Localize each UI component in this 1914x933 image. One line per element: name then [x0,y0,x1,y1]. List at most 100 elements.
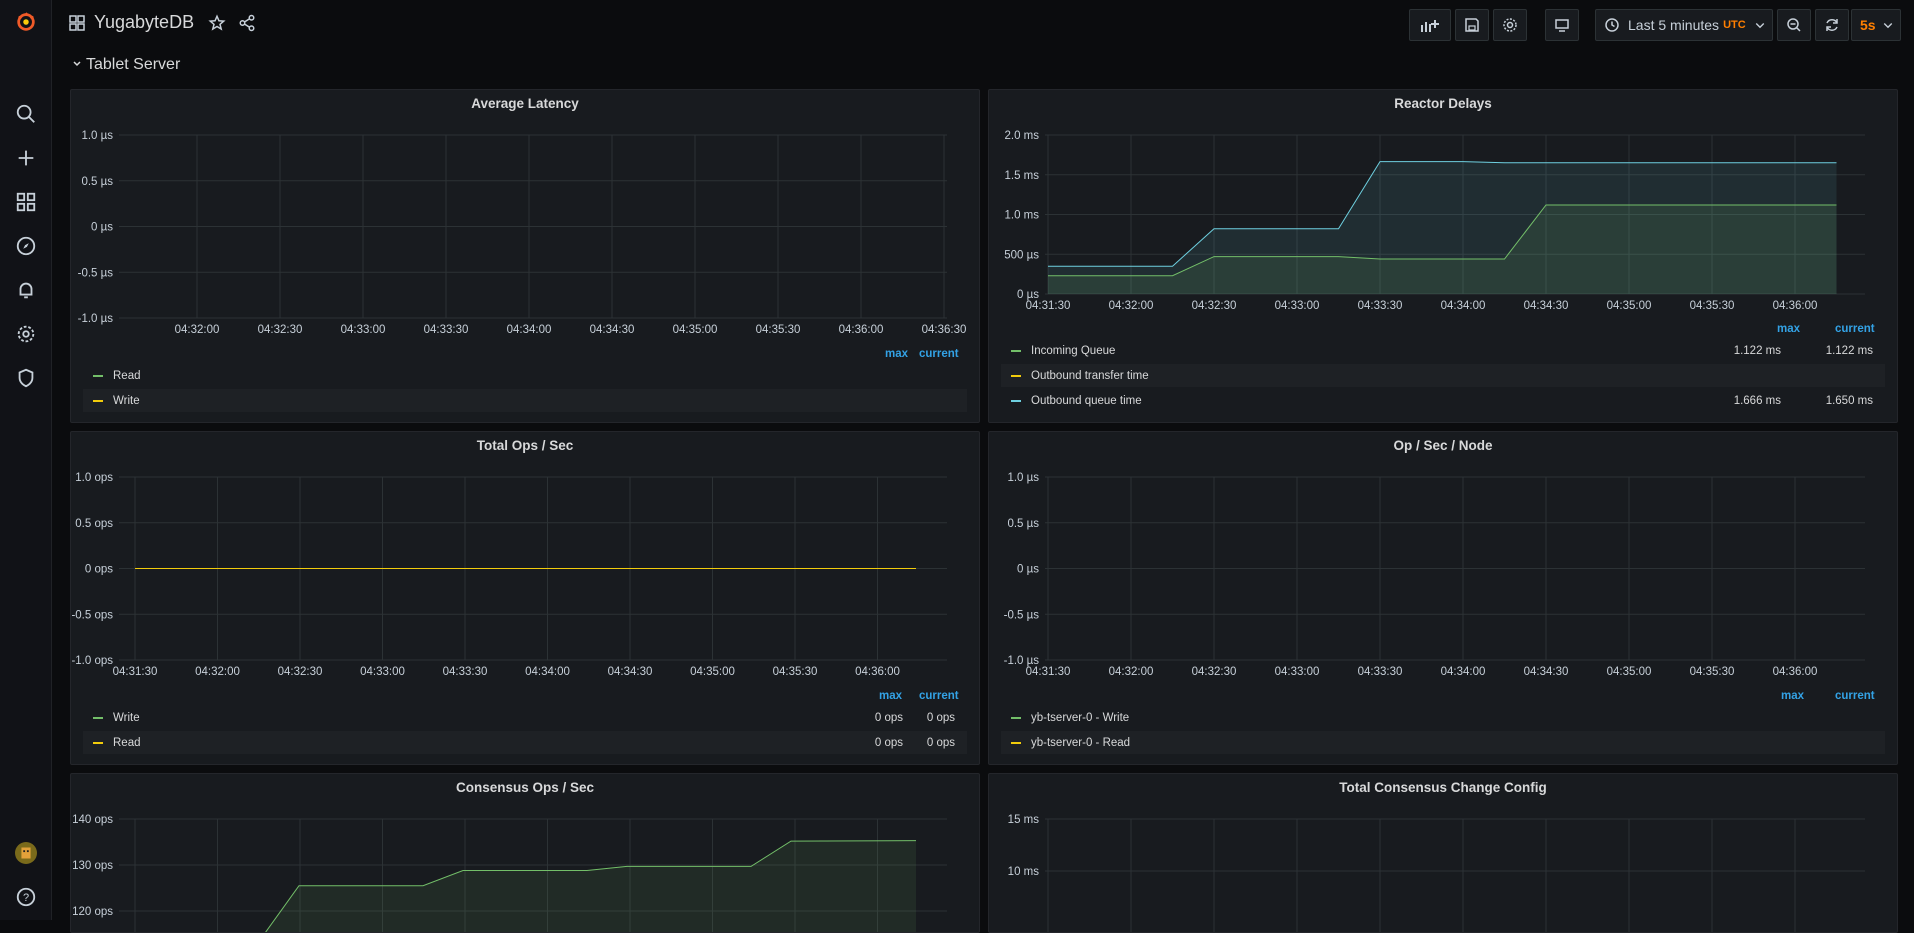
time-picker-button[interactable]: Last 5 minutes UTC [1595,9,1773,41]
legend-item-incoming-queue[interactable]: Incoming Queue 1.122 ms 1.122 ms [1001,339,1885,362]
y-axis-tick-label: 15 ms [1008,814,1040,826]
dashboard-navbar: YugabyteDB Last 5 minutes UTC 5s [52,0,1914,48]
y-axis-tick-label: 2.0 ms [1004,130,1039,142]
legend-current-value: 0 ops [926,711,955,724]
y-axis-tick-label: -0.5 µs [78,267,114,279]
series-area [265,840,916,932]
y-axis-tick-label: 10 ms [1008,866,1040,878]
legend-label: yb-tserver-0 - Read [1031,736,1131,749]
legend-item-yb-tserver-read[interactable]: yb-tserver-0 - Read [1001,731,1885,754]
dashboard-grid-icon [69,15,85,34]
legend-header-max[interactable]: max [1777,323,1800,335]
svg-text:?: ? [23,892,29,904]
legend-header-max[interactable]: max [885,348,908,360]
average-latency-graph[interactable]: 1.0 µs 0.5 µs 0 µs -0.5 µs -1.0 µs 04:32:00 04… [71,90,981,360]
x-axis-tick-label: 04:35:00 [673,324,718,336]
x-axis-tick-label: 04:35:00 [690,666,735,678]
y-axis-tick-label: -0.5 µs [1004,609,1040,621]
legend-max-value: 0 ops [874,736,903,749]
legend-current-value: 1.650 ms [1825,394,1873,407]
x-axis-tick-label: 04:35:00 [1607,300,1652,312]
tv-mode-button[interactable] [1545,9,1579,41]
legend-max-value: 0 ops [874,711,903,724]
legend-item-outbound-transfer-time[interactable]: Outbound transfer time [1001,364,1885,387]
chevron-down-icon [1883,23,1893,29]
legend-item-yb-tserver-write[interactable]: yb-tserver-0 - Write [1001,706,1885,729]
star-icon[interactable] [208,14,226,35]
y-axis-tick-label: 1.5 ms [1004,170,1039,182]
x-axis-tick-label: 04:35:30 [756,324,801,336]
row-title[interactable]: Tablet Server [86,56,180,74]
add-panel-button[interactable] [1409,9,1451,41]
shield-icon[interactable] [10,362,42,394]
x-axis-tick-label: 04:34:00 [1441,666,1486,678]
x-axis-tick-label: 04:34:30 [590,324,635,336]
legend-swatch [1011,741,1021,744]
panel-op-sec-node: Op / Sec / Node 1.0 µs 0.5 µs 0 µs -0.5 µs -… [988,431,1898,765]
legend-header-current[interactable]: current [1835,690,1875,702]
x-axis-tick-label: 04:34:00 [507,324,552,336]
legend-swatch [1011,716,1021,719]
x-axis-tick-label: 04:31:30 [1026,300,1071,312]
legend-max-value: 1.122 ms [1733,344,1781,357]
chevron-down-icon [1755,23,1765,29]
total-ops-graph[interactable]: 1.0 ops 0.5 ops 0 ops -0.5 ops -1.0 ops04:31… [71,432,981,692]
legend-max-value: 1.666 ms [1733,394,1781,407]
legend-header-max[interactable]: max [879,690,902,702]
plus-icon[interactable] [10,142,42,174]
x-axis-tick-label: 04:31:30 [1026,666,1071,678]
x-axis-tick-label: 04:35:30 [773,666,818,678]
legend-label: yb-tserver-0 - Write [1031,711,1130,724]
user-avatar[interactable] [10,837,42,869]
x-axis-tick-label: 04:33:30 [1358,666,1403,678]
legend-header-current[interactable]: current [919,690,959,702]
alerting-bell-icon[interactable] [10,274,42,306]
refresh-button[interactable] [1815,9,1849,41]
legend-current-value: 1.122 ms [1825,344,1873,357]
y-axis-tick-label: 1.0 µs [81,130,113,142]
op-sec-node-graph[interactable]: 1.0 µs0.5 µs0 µs-0.5 µs-1.0 µs04:31:30 04… [989,432,1899,692]
x-axis-tick-label: 04:33:00 [1275,300,1320,312]
dashboard-title[interactable]: YugabyteDB [94,12,194,33]
refresh-interval-picker[interactable]: 5s [1851,9,1901,41]
help-icon[interactable]: ? [10,881,42,913]
legend-swatch [1011,374,1021,377]
legend-item-read[interactable]: Read 0 ops 0 ops [83,731,967,754]
grafana-logo-icon[interactable] [10,6,42,38]
legend-header-max[interactable]: max [1781,690,1804,702]
configuration-gear-icon[interactable] [10,318,42,350]
timezone-label: UTC [1723,19,1746,31]
legend-label: Outbound transfer time [1031,369,1149,382]
x-axis-tick-label: 04:33:30 [443,666,488,678]
legend-swatch [93,374,103,377]
x-axis-tick-label: 04:36:00 [839,324,884,336]
x-axis-tick-label: 04:34:30 [1524,300,1569,312]
row-collapse-chevron-icon[interactable] [72,58,82,72]
x-axis-tick-label: 04:35:00 [1607,666,1652,678]
y-axis-tick-label: -0.5 ops [71,609,113,621]
y-axis-tick-label: 1.0 ops [75,472,113,484]
dashboard-settings-button[interactable] [1493,9,1527,41]
legend-swatch [1011,399,1021,402]
x-axis-tick-label: 04:36:00 [1773,666,1818,678]
consensus-ops-graph[interactable]: 140 ops 130 ops 120 ops [71,774,980,933]
legend-item-read[interactable]: Read [83,364,967,387]
y-axis-tick-label: 500 µs [1004,249,1039,261]
search-icon[interactable] [10,98,42,130]
explore-compass-icon[interactable] [10,230,42,262]
legend-header-current[interactable]: current [919,348,959,360]
share-icon[interactable] [238,14,256,35]
consensus-change-graph[interactable]: 15 ms 10 ms [989,774,1898,933]
legend-item-outbound-queue-time[interactable]: Outbound queue time 1.666 ms 1.650 ms [1001,389,1885,412]
legend-header-current[interactable]: current [1835,323,1875,335]
legend-label: Incoming Queue [1031,344,1116,357]
x-axis-tick-label: 04:33:00 [360,666,405,678]
save-dashboard-button[interactable] [1455,9,1489,41]
zoom-out-button[interactable] [1777,9,1811,41]
dashboards-icon[interactable] [10,186,42,218]
legend-swatch [93,399,103,402]
x-axis-tick-label: 04:34:30 [608,666,653,678]
legend-item-write[interactable]: Write [83,389,967,412]
reactor-delays-graph[interactable]: 2.0 ms1.5 ms1.0 ms500 µs0 µs04:31:30 04:3… [989,90,1899,320]
legend-item-write[interactable]: Write 0 ops 0 ops [83,706,967,729]
